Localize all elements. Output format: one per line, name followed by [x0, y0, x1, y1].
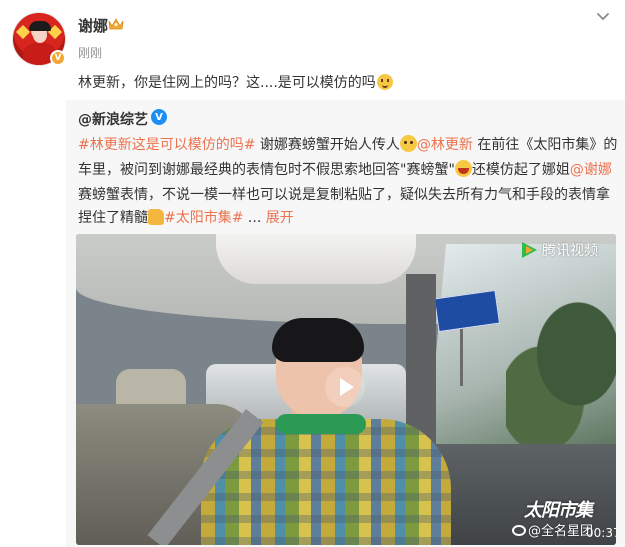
emoji-icon [376, 74, 393, 90]
post-timestamp[interactable]: 刚刚 [78, 44, 102, 61]
platform-badge: 腾讯视频 [520, 240, 598, 260]
avatar-ornament [15, 24, 31, 40]
repost-text-line: 捏住了精髓 #太阳市集# ... 展开 [78, 207, 294, 227]
post-text: 林更新，你是住网上的吗？这....是可以模仿的吗 [78, 72, 393, 92]
watermark: @全名星团 [512, 520, 593, 539]
username[interactable]: 谢娜 [78, 15, 108, 36]
video-scene-collar [276, 414, 366, 434]
expand-link[interactable]: 展开 [266, 210, 294, 226]
post-text-content: 林更新，你是住网上的吗？这....是可以模仿的吗 [78, 75, 376, 91]
repost-text: 车里，被问到谢娜最经典的表情包时不假思索地回答"赛螃蟹" [78, 162, 455, 178]
repost-text: 赛螃蟹表情，不说一模一样也可以说是复制粘贴了，疑似失去所有力气和手段的表情拿 [78, 187, 610, 203]
avatar-hat [29, 21, 51, 31]
repost-author[interactable]: @新浪综艺 [78, 109, 148, 129]
emoji-icon [399, 135, 417, 152]
repost-text: 在前往《太阳市集》的 [472, 137, 618, 153]
video-scene-sunroof [216, 234, 416, 284]
mention-link[interactable]: @谢娜 [570, 162, 612, 178]
thumbs-up-icon [148, 209, 164, 225]
video-player[interactable]: 腾讯视频 太阳市集 00:37 [76, 234, 616, 545]
mention-link[interactable]: @林更新 [417, 137, 473, 153]
chevron-down-icon[interactable] [595, 8, 611, 24]
repost-container[interactable]: @新浪综艺 V #林更新这是可以模仿的吗# 谢娜赛螃蟹开始人传人 @林更新 在前往… [66, 100, 625, 547]
repost-text-line: 赛螃蟹表情，不说一模一样也可以说是复制粘贴了，疑似失去所有力气和手段的表情拿 [78, 184, 610, 204]
play-icon[interactable] [325, 367, 365, 407]
ellipsis-text: ... [243, 210, 266, 226]
crown-icon [108, 18, 124, 30]
video-scene-hair [272, 318, 364, 362]
video-scene-trees [506, 294, 616, 444]
platform-label: 腾讯视频 [542, 243, 598, 259]
repost-text: 捏住了精髓 [78, 210, 148, 226]
repost-text: 还模仿起了娜姐 [471, 162, 570, 178]
hashtag-link[interactable]: #林更新这是可以模仿的吗# [78, 137, 255, 153]
show-logo: 太阳市集 [524, 500, 593, 521]
laughing-emoji-icon [454, 160, 472, 177]
repost-text: 谢娜赛螃蟹开始人传人 [255, 137, 400, 153]
video-scene-pole [460, 326, 463, 386]
watermark-text: @全名星团 [528, 524, 594, 539]
verified-badge: V [151, 109, 167, 125]
repost-text-line: #林更新这是可以模仿的吗# 谢娜赛螃蟹开始人传人 @林更新 在前往《太阳市集》的 [78, 134, 617, 154]
weibo-logo-icon [512, 525, 526, 536]
tencent-video-icon [520, 241, 538, 259]
repost-text-line: 车里，被问到谢娜最经典的表情包时不假思索地回答"赛螃蟹" 还模仿起了娜姐@谢娜 [78, 159, 612, 179]
verified-badge: V [50, 50, 66, 66]
hashtag-link[interactable]: #太阳市集# [164, 210, 243, 226]
